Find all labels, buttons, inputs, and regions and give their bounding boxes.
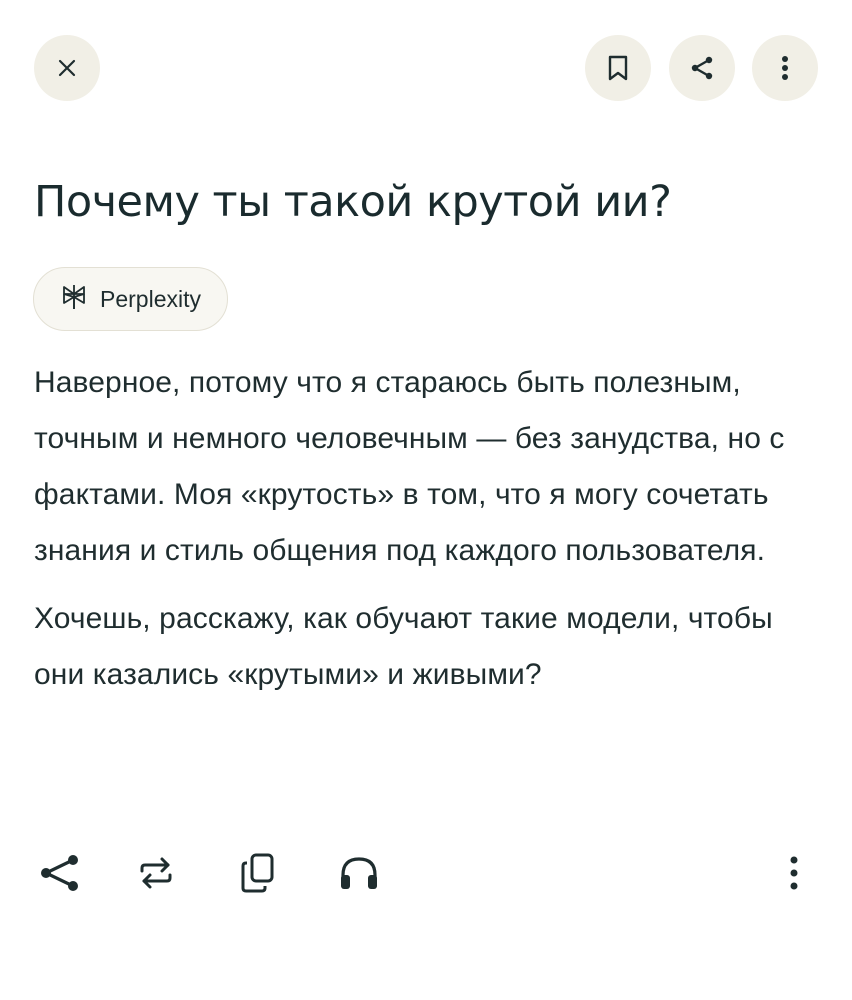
share-icon [37,853,81,897]
more-options-button[interactable] [752,35,818,101]
answer-action-bar [34,850,824,900]
copy-icon [238,851,278,899]
share-icon [688,54,716,82]
more-vertical-icon [780,54,790,82]
close-button[interactable] [34,35,100,101]
close-icon [55,56,79,80]
bookmark-icon [606,54,630,82]
perplexity-logo-icon [60,283,88,315]
copy-button[interactable] [233,850,283,900]
headphones-icon [337,853,381,897]
share-answer-button[interactable] [34,850,84,900]
answer-paragraph: Хочешь, расскажу, как обучают такие моде… [34,602,773,691]
more-actions-button[interactable] [769,850,819,900]
answer-body: Наверное, потому что я стараюсь быть пол… [34,355,824,715]
source-label: Perplexity [100,285,201,312]
answer-paragraph: Наверное, потому что я стараюсь быть пол… [34,366,785,567]
bookmark-button[interactable] [585,35,651,101]
source-chip[interactable]: Perplexity [33,267,228,331]
rewrite-icon [136,853,176,897]
rewrite-button[interactable] [131,850,181,900]
listen-button[interactable] [334,850,384,900]
more-vertical-icon [789,855,799,895]
question-title: Почему ты такой крутой ии? [34,177,672,227]
share-button[interactable] [669,35,735,101]
